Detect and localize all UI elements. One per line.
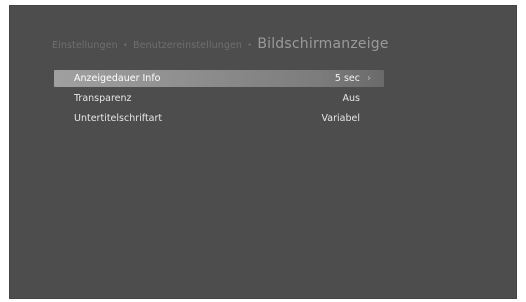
menu-item-label: Anzeigedauer Info bbox=[74, 73, 161, 84]
menu-item-value-group: 5 sec › bbox=[335, 73, 374, 84]
menu-item-value: Variabel bbox=[321, 113, 360, 124]
breadcrumb: Einstellungen • Benutzereinstellungen • … bbox=[52, 36, 506, 58]
menu-item-untertitelschriftart[interactable]: Untertitelschriftart Variabel bbox=[54, 110, 384, 127]
menu-item-transparenz[interactable]: Transparenz Aus bbox=[54, 90, 384, 107]
page-title: Bildschirmanzeige bbox=[257, 36, 389, 52]
menu-item-label: Untertitelschriftart bbox=[74, 113, 163, 124]
breadcrumb-separator: • bbox=[122, 41, 129, 51]
breadcrumb-item-einstellungen[interactable]: Einstellungen bbox=[52, 40, 118, 51]
menu-item-anzeigedauer-info[interactable]: Anzeigedauer Info 5 sec › bbox=[54, 70, 384, 87]
chevron-right-icon[interactable]: › bbox=[364, 73, 374, 84]
tv-screen: Einstellungen • Benutzereinstellungen • … bbox=[10, 6, 516, 298]
menu-item-value-group: Variabel bbox=[322, 113, 374, 124]
menu-item-value: Aus bbox=[342, 93, 360, 104]
menu-item-label: Transparenz bbox=[74, 93, 132, 104]
menu-item-value-group: Aus bbox=[343, 93, 374, 104]
breadcrumb-separator: • bbox=[247, 41, 253, 51]
settings-menu: Anzeigedauer Info 5 sec › Transparenz Au… bbox=[54, 70, 384, 130]
menu-item-value: 5 sec bbox=[334, 73, 360, 84]
breadcrumb-item-benutzereinstellungen[interactable]: Benutzereinstellungen bbox=[133, 40, 242, 51]
